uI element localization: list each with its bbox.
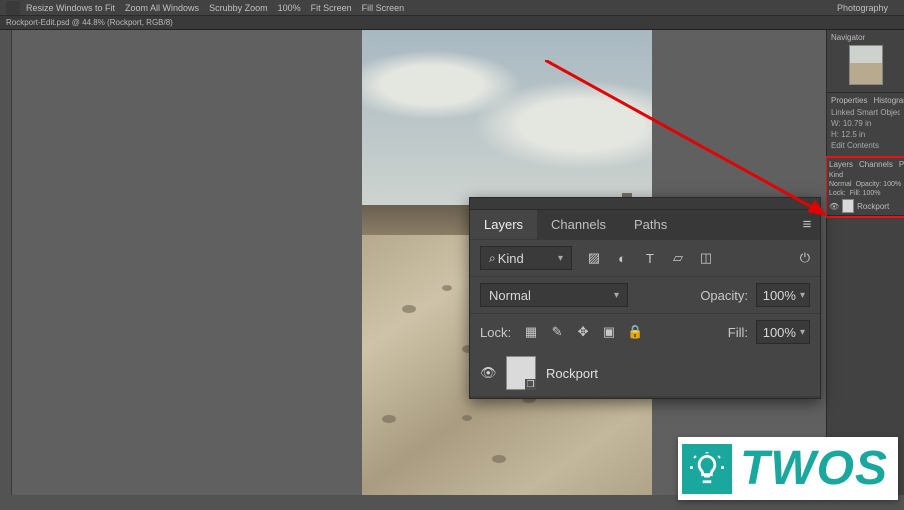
- mini-blend[interactable]: Normal: [829, 181, 852, 188]
- lock-image-icon[interactable]: ✎: [549, 324, 565, 340]
- mini-lock[interactable]: Lock:: [829, 190, 846, 197]
- filter-kind-value: Kind: [498, 251, 524, 266]
- layers-panel[interactable]: Layers Channels Paths ≡ ⌕ Kind ▾ ▨ ◐ T ▱…: [469, 197, 821, 399]
- navigator-thumb[interactable]: [849, 45, 883, 85]
- visibility-eye-icon[interactable]: 👁: [480, 365, 496, 381]
- prop-width: W: 10.79 in: [831, 119, 900, 128]
- chevron-down-icon: ▾: [800, 290, 805, 301]
- opt-fill[interactable]: Fill Screen: [362, 3, 405, 13]
- lock-position-icon[interactable]: ✥: [575, 324, 591, 340]
- mini-channels-tab[interactable]: Channels: [859, 160, 893, 169]
- filter-shape-icon[interactable]: ▱: [670, 250, 686, 266]
- tab-layers[interactable]: Layers: [470, 210, 537, 239]
- opacity-field[interactable]: 100% ▾: [756, 283, 810, 307]
- smart-object-label: Linked Smart Object: [831, 108, 900, 117]
- opacity-value: 100%: [763, 288, 796, 303]
- filter-type-icon[interactable]: T: [642, 250, 658, 266]
- opacity-label: Opacity:: [700, 288, 748, 303]
- chevron-down-icon: ▾: [800, 327, 805, 338]
- chevron-down-icon: ▾: [558, 253, 563, 264]
- mini-paths-tab[interactable]: Paths: [899, 160, 904, 169]
- eye-icon[interactable]: 👁: [829, 202, 839, 211]
- navigator-panel[interactable]: Navigator: [827, 30, 904, 93]
- layer-row[interactable]: 👁 Rockport: [470, 350, 820, 396]
- prop-height: H: 12.5 in: [831, 130, 900, 139]
- opt-100[interactable]: 100%: [278, 3, 301, 13]
- mini-opacity[interactable]: Opacity: 100%: [856, 181, 902, 188]
- image-sky: [362, 30, 652, 205]
- watermark-logo: TWOS: [678, 437, 898, 500]
- fill-label: Fill:: [728, 325, 748, 340]
- properties-panel[interactable]: Properties Histogram Linked Smart Object…: [827, 93, 904, 158]
- opt-zoom-all[interactable]: Zoom All Windows: [125, 3, 199, 13]
- panel-menu-icon[interactable]: ≡: [794, 216, 820, 233]
- options-bar: Resize Windows to Fit Zoom All Windows S…: [0, 0, 904, 16]
- layer-thumb[interactable]: [506, 356, 536, 390]
- right-dock: Navigator Properties Histogram Linked Sm…: [826, 30, 904, 495]
- fill-field[interactable]: 100% ▾: [756, 320, 810, 344]
- blend-mode-dropdown[interactable]: Normal ▾: [480, 283, 628, 307]
- layer-name[interactable]: Rockport: [546, 366, 598, 381]
- lock-transparency-icon[interactable]: ▦: [523, 324, 539, 340]
- mini-kind[interactable]: Kind: [829, 172, 843, 179]
- mini-layers-panel[interactable]: Layers Channels Paths Kind Normal Opacit…: [827, 158, 904, 216]
- mini-layers-tab[interactable]: Layers: [829, 160, 853, 169]
- opt-scrubby[interactable]: Scrubby Zoom: [209, 3, 268, 13]
- workspace-label[interactable]: Photography: [837, 3, 888, 13]
- tools-panel[interactable]: [0, 30, 12, 495]
- document-tab[interactable]: Rockport-Edit.psd @ 44.8% (Rockport, RGB…: [0, 16, 904, 30]
- tab-channels[interactable]: Channels: [537, 210, 620, 239]
- lightbulb-icon: [682, 444, 732, 494]
- watermark-text: TWOS: [740, 441, 888, 496]
- fill-value: 100%: [763, 325, 796, 340]
- filter-smart-icon[interactable]: ◫: [698, 250, 714, 266]
- filter-toggle-icon[interactable]: ⏻: [800, 250, 810, 266]
- opt-fit[interactable]: Fit Screen: [311, 3, 352, 13]
- app-logo: [6, 1, 20, 15]
- navigator-title: Navigator: [831, 33, 865, 42]
- tab-paths[interactable]: Paths: [620, 210, 681, 239]
- mini-layer-thumb: [842, 199, 854, 213]
- panel-drag-handle[interactable]: [470, 198, 820, 210]
- opt-resize[interactable]: Resize Windows to Fit: [26, 3, 115, 13]
- lock-label: Lock:: [480, 325, 511, 340]
- histogram-title: Histogram: [873, 96, 904, 105]
- chevron-down-icon: ▾: [614, 290, 619, 301]
- filter-adjust-icon[interactable]: ◐: [614, 250, 630, 266]
- lock-artboard-icon[interactable]: ▣: [601, 324, 617, 340]
- mini-fill[interactable]: Fill: 100%: [850, 190, 881, 197]
- properties-title: Properties: [831, 96, 867, 105]
- filter-kind-dropdown[interactable]: ⌕ Kind ▾: [480, 246, 572, 270]
- mini-layer-name: Rockport: [857, 202, 889, 211]
- blend-mode-value: Normal: [489, 288, 531, 303]
- filter-pixel-icon[interactable]: ▨: [586, 250, 602, 266]
- search-icon: ⌕: [489, 251, 496, 266]
- lock-all-icon[interactable]: 🔒: [627, 324, 643, 340]
- layer-list[interactable]: 👁 Rockport: [470, 350, 820, 398]
- edit-contents[interactable]: Edit Contents: [831, 141, 900, 150]
- mini-layer-row[interactable]: 👁 Rockport: [829, 199, 902, 213]
